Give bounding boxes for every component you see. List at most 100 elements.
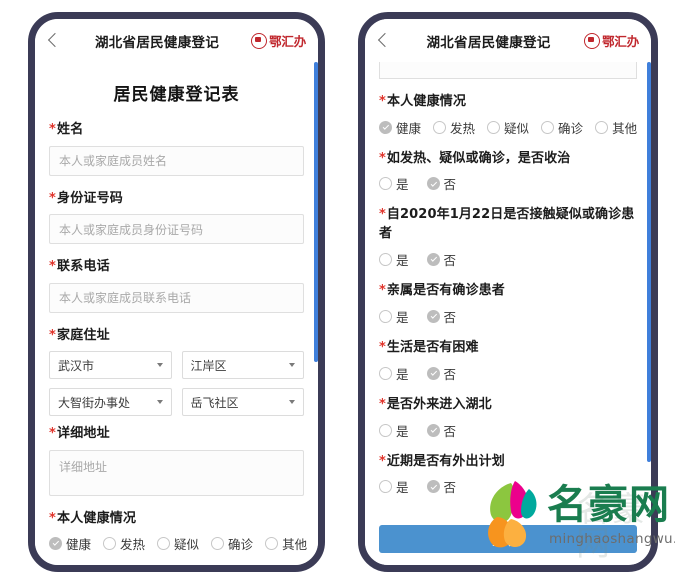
- radio-label: 是: [396, 480, 409, 496]
- radio-label: 否: [443, 309, 457, 325]
- radio-option-healthy[interactable]: 健康: [49, 534, 91, 553]
- radio-label: 是: [396, 423, 409, 439]
- label-question-contact: *自2020年1月22日是否接触疑似或确诊患者: [379, 206, 637, 244]
- submit-button[interactable]: 提交: [379, 525, 637, 553]
- select-street[interactable]: 大智街办事处: [49, 388, 172, 417]
- label-question-treatment: *如发热、疑似或确诊，是否收治: [379, 150, 637, 169]
- label-name-text: 姓名: [57, 122, 84, 137]
- label-detail-address-text: 详细地址: [57, 426, 110, 442]
- required-asterisk: *: [379, 339, 386, 355]
- health-status-radio-group: 健康 发热 疑似 确诊 其他: [379, 118, 637, 137]
- radio-option-no[interactable]: 否: [426, 307, 457, 326]
- detail-address-input-partial[interactable]: [379, 62, 637, 79]
- radio-option-no[interactable]: 否: [426, 477, 457, 496]
- form-title: 居民健康登记表: [113, 85, 240, 105]
- radio-option-confirmed[interactable]: 确诊: [211, 534, 253, 553]
- radio-option-other[interactable]: 其他: [595, 118, 637, 137]
- required-asterisk: *: [49, 510, 56, 526]
- scrollbar-right[interactable]: [647, 62, 651, 462]
- label-health-status-text: 本人健康情况: [57, 510, 137, 526]
- radio-option-no[interactable]: 否: [426, 174, 457, 193]
- select-city[interactable]: 武汉市: [49, 351, 172, 380]
- radio-option-suspected[interactable]: 疑似: [157, 534, 199, 553]
- required-asterisk: *: [379, 283, 386, 299]
- radio-group-question-difficulty: 是 否: [379, 364, 637, 383]
- brand-label: 鄂汇办: [602, 34, 639, 49]
- radio-label: 其他: [282, 537, 308, 553]
- left-topbar: 湖北省居民健康登记 鄂汇办: [35, 19, 318, 62]
- label-id-number-text: 身份证号码: [57, 190, 124, 206]
- radio-option-yes[interactable]: 是: [379, 174, 409, 193]
- radio-label: 是: [396, 177, 409, 193]
- name-input[interactable]: 本人或家庭成员姓名: [49, 145, 304, 176]
- radio-icon-checked: [426, 480, 440, 494]
- left-form: 居民健康登记表 *姓名 本人或家庭成员姓名 *身份证号码 本人或家庭成员身份证号…: [35, 80, 318, 565]
- select-city-value: 武汉市: [58, 358, 95, 373]
- select-community[interactable]: 岳飞社区: [181, 388, 304, 417]
- brand-seal-icon: [251, 32, 268, 49]
- radio-label: 健康: [396, 120, 422, 136]
- radio-label: 发热: [450, 120, 476, 136]
- radio-option-yes[interactable]: 是: [379, 250, 409, 269]
- required-asterisk: *: [379, 453, 386, 469]
- detail-address-input[interactable]: 详细地址: [49, 449, 304, 496]
- radio-icon: [103, 537, 117, 551]
- radio-option-yes[interactable]: 是: [379, 307, 409, 326]
- radio-option-confirmed[interactable]: 确诊: [541, 118, 583, 137]
- scrollbar-left[interactable]: [314, 62, 318, 362]
- label-home-address-text: 家庭住址: [57, 327, 110, 343]
- required-asterisk: *: [49, 327, 56, 343]
- radio-group-question-contact: 是 否: [379, 250, 637, 269]
- right-topbar: 湖北省居民健康登记 鄂汇办: [365, 19, 651, 62]
- radio-icon: [487, 120, 501, 134]
- right-scroll-area[interactable]: *本人健康情况 健康 发热 疑似 确诊 其他 *如发热、疑似或确诊，是否收治 是…: [365, 62, 651, 517]
- required-asterisk: *: [49, 122, 56, 137]
- radio-option-fever[interactable]: 发热: [103, 534, 145, 553]
- radio-option-other[interactable]: 其他: [265, 534, 307, 553]
- question-text: 近期是否有外出计划: [386, 453, 505, 469]
- health-status-radio-group: 健康 发热 疑似 确诊 其他: [49, 534, 307, 553]
- radio-icon: [211, 537, 225, 551]
- radio-icon: [379, 309, 392, 323]
- select-street-value: 大智街办事处: [58, 395, 131, 410]
- radio-option-no[interactable]: 否: [426, 421, 456, 440]
- radio-option-yes[interactable]: 是: [379, 421, 409, 440]
- label-question-entering-hubei: *是否外来进入湖北: [379, 396, 637, 415]
- radio-option-yes[interactable]: 是: [379, 477, 409, 496]
- phone-input[interactable]: 本人或家庭成员联系电话: [49, 282, 304, 313]
- radio-option-yes[interactable]: 是: [379, 364, 409, 383]
- radio-icon: [265, 537, 279, 551]
- select-district[interactable]: 江岸区: [181, 351, 304, 380]
- radio-label: 健康: [66, 537, 92, 553]
- radio-group-question-relatives: 是 否: [379, 307, 637, 326]
- required-asterisk: *: [379, 396, 386, 412]
- left-screen: 湖北省居民健康登记 鄂汇办 居民健康登记表 *姓名 本人或家庭成员姓名 *身份证…: [35, 19, 318, 565]
- radio-group-question-entering-hubei: 是 否: [379, 421, 637, 440]
- radio-icon-checked: [426, 423, 440, 437]
- label-id-number: *身份证号码: [49, 190, 304, 208]
- radio-label: 是: [396, 309, 409, 325]
- radio-option-fever[interactable]: 发热: [433, 118, 475, 137]
- left-scroll-area[interactable]: 居民健康登记表 *姓名 本人或家庭成员姓名 *身份证号码 本人或家庭成员身份证号…: [35, 62, 318, 565]
- radio-option-no[interactable]: 否: [426, 364, 457, 383]
- chevron-left-icon[interactable]: [375, 30, 393, 52]
- chevron-down-icon: [156, 400, 163, 405]
- radio-label: 确诊: [228, 537, 254, 553]
- radio-option-suspected[interactable]: 疑似: [487, 118, 529, 137]
- radio-label: 否: [443, 480, 457, 496]
- right-form: *本人健康情况 健康 发热 疑似 确诊 其他 *如发热、疑似或确诊，是否收治 是…: [365, 62, 651, 496]
- radio-label: 疑似: [174, 537, 200, 553]
- label-phone-text: 联系电话: [57, 259, 110, 275]
- radio-option-no[interactable]: 否: [426, 250, 456, 269]
- brand-seal-icon: [584, 32, 601, 49]
- label-question-relatives: *亲属是否有确诊患者: [379, 282, 637, 301]
- id-number-input[interactable]: 本人或家庭成员身份证号码: [49, 214, 304, 245]
- chevron-left-icon[interactable]: [45, 30, 63, 52]
- phone-left: 湖北省居民健康登记 鄂汇办 居民健康登记表 *姓名 本人或家庭成员姓名 *身份证…: [28, 12, 325, 572]
- radio-label: 否: [443, 366, 457, 382]
- radio-label: 是: [396, 366, 409, 382]
- label-health-status: *本人健康情况: [379, 93, 637, 111]
- brand-label: 鄂汇办: [269, 34, 306, 49]
- radio-label: 否: [443, 177, 457, 193]
- radio-option-healthy[interactable]: 健康: [379, 118, 421, 137]
